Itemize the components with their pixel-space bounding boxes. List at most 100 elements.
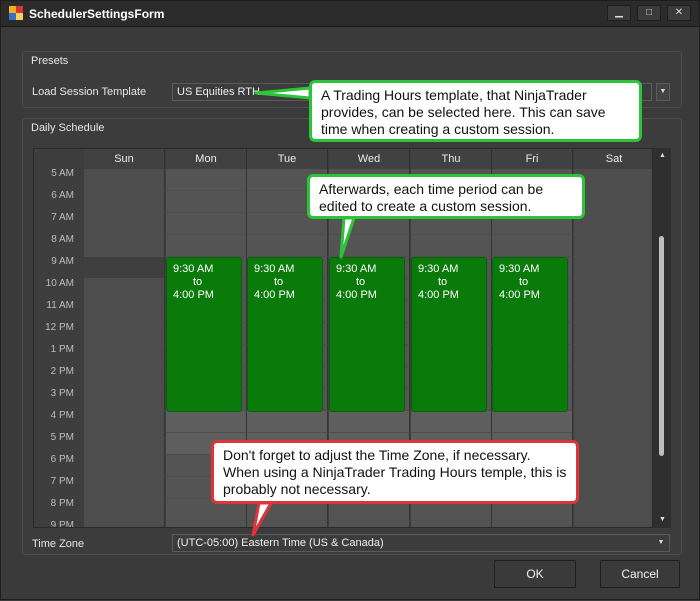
session-to: to [274, 276, 284, 288]
schedule-cell[interactable] [574, 279, 655, 301]
schedule-cell[interactable] [84, 521, 165, 527]
time-label: 12 PM [45, 322, 74, 333]
schedule-cell[interactable] [329, 411, 410, 433]
schedule-cell[interactable] [84, 169, 165, 191]
template-callout: A Trading Hours template, that NinjaTrad… [309, 80, 642, 142]
session-start: 9:30 AM [254, 263, 295, 275]
schedule-cell[interactable] [574, 213, 655, 235]
session-end: 4:00 PM [173, 289, 214, 301]
schedule-cell[interactable] [84, 191, 165, 213]
session-block-mon[interactable]: 9:30 AM to 4:00 PM [166, 257, 242, 412]
session-end: 4:00 PM [336, 289, 377, 301]
schedule-cell[interactable] [574, 191, 655, 213]
schedule-cell[interactable] [574, 367, 655, 389]
schedule-cell[interactable] [329, 235, 410, 257]
schedule-cell[interactable] [574, 257, 655, 279]
time-label: 10 AM [45, 278, 74, 289]
time-zone-combo[interactable]: (UTC-05:00) Eastern Time (US & Canada) ▼ [172, 534, 670, 552]
time-label: 8 AM [51, 234, 74, 245]
schedule-cell[interactable] [411, 235, 492, 257]
schedule-cell[interactable] [574, 477, 655, 499]
schedule-cell[interactable] [492, 411, 573, 433]
schedule-cell[interactable] [574, 499, 655, 521]
daily-schedule-title: Daily Schedule [31, 122, 105, 134]
schedule-cell[interactable] [329, 521, 410, 527]
schedule-cell[interactable] [574, 455, 655, 477]
session-to: to [519, 276, 529, 288]
schedule-cell[interactable] [574, 389, 655, 411]
schedule-cell[interactable] [492, 235, 573, 257]
schedule-cell[interactable] [411, 411, 492, 433]
scroll-down-icon[interactable]: ▼ [653, 512, 672, 528]
time-label: 1 PM [50, 344, 74, 355]
time-label: 2 PM [50, 366, 74, 377]
session-block-tue[interactable]: 9:30 AM to 4:00 PM [247, 257, 323, 412]
session-start: 9:30 AM [336, 263, 377, 275]
schedule-cell[interactable] [166, 521, 247, 527]
time-label: 6 PM [50, 454, 74, 465]
schedule-cell[interactable] [574, 301, 655, 323]
scroll-thumb[interactable] [659, 236, 664, 456]
schedule-cell[interactable] [574, 323, 655, 345]
chevron-down-icon[interactable]: ▼ [655, 536, 667, 550]
schedule-cell[interactable] [411, 521, 492, 527]
schedule-cell[interactable] [84, 257, 165, 279]
time-label: 9 AM [51, 256, 74, 267]
time-label: 6 AM [51, 190, 74, 201]
schedule-cell[interactable] [247, 411, 328, 433]
schedule-cell[interactable] [492, 521, 573, 527]
day-header-thu: Thu [411, 149, 492, 169]
schedule-cell[interactable] [84, 411, 165, 433]
schedule-cell[interactable] [166, 411, 247, 433]
session-to: to [438, 276, 448, 288]
time-label: 7 PM [50, 476, 74, 487]
session-block-wed[interactable]: 9:30 AM to 4:00 PM [329, 257, 405, 412]
schedule-cell[interactable] [574, 345, 655, 367]
schedule-cell[interactable] [84, 235, 165, 257]
schedule-cell[interactable] [166, 191, 247, 213]
session-block-thu[interactable]: 9:30 AM to 4:00 PM [411, 257, 487, 412]
cancel-button[interactable]: Cancel [600, 560, 680, 588]
schedule-cell[interactable] [574, 521, 655, 527]
schedule-cell[interactable] [84, 301, 165, 323]
schedule-cell[interactable] [84, 213, 165, 235]
maximize-icon[interactable]: □ [637, 5, 661, 21]
schedule-cell[interactable] [84, 323, 165, 345]
schedule-cell[interactable] [84, 477, 165, 499]
time-zone-label: Time Zone [32, 538, 85, 550]
schedule-cell[interactable] [574, 411, 655, 433]
schedule-cell[interactable] [166, 235, 247, 257]
schedule-cell[interactable] [574, 433, 655, 455]
presets-group-title: Presets [31, 55, 69, 67]
time-label: 11 AM [46, 300, 74, 311]
schedule-cell[interactable] [166, 169, 247, 191]
schedule-cell[interactable] [84, 367, 165, 389]
app-icon [9, 6, 23, 20]
day-header-sat: Sat [574, 149, 655, 169]
schedule-cell[interactable] [84, 499, 165, 521]
time-label: 8 PM [50, 498, 74, 509]
schedule-cell[interactable] [574, 235, 655, 257]
title-bar[interactable]: SchedulerSettingsForm ▁ □ ✕ [1, 1, 699, 27]
ok-button[interactable]: OK [494, 560, 576, 588]
schedule-cell[interactable] [574, 169, 655, 191]
schedule-cell[interactable] [166, 213, 247, 235]
minimize-icon[interactable]: ▁ [607, 5, 631, 21]
schedule-cell[interactable] [84, 455, 165, 477]
session-end: 4:00 PM [418, 289, 459, 301]
schedule-scrollbar[interactable]: ▲ ▼ [652, 148, 671, 528]
time-label: 4 PM [50, 410, 74, 421]
schedule-cell[interactable] [247, 521, 328, 527]
chevron-down-icon[interactable]: ▼ [656, 83, 670, 101]
close-icon[interactable]: ✕ [667, 5, 691, 21]
schedule-cell[interactable] [84, 345, 165, 367]
schedule-cell[interactable] [84, 279, 165, 301]
schedule-cell[interactable] [84, 433, 165, 455]
time-label: 7 AM [51, 212, 74, 223]
schedule-cell[interactable] [247, 235, 328, 257]
time-label: 5 AM [51, 168, 74, 179]
session-block-fri[interactable]: 9:30 AM to 4:00 PM [492, 257, 568, 412]
scroll-up-icon[interactable]: ▲ [653, 148, 672, 164]
schedule-cell[interactable] [84, 389, 165, 411]
time-label: 9 PM [50, 520, 74, 528]
